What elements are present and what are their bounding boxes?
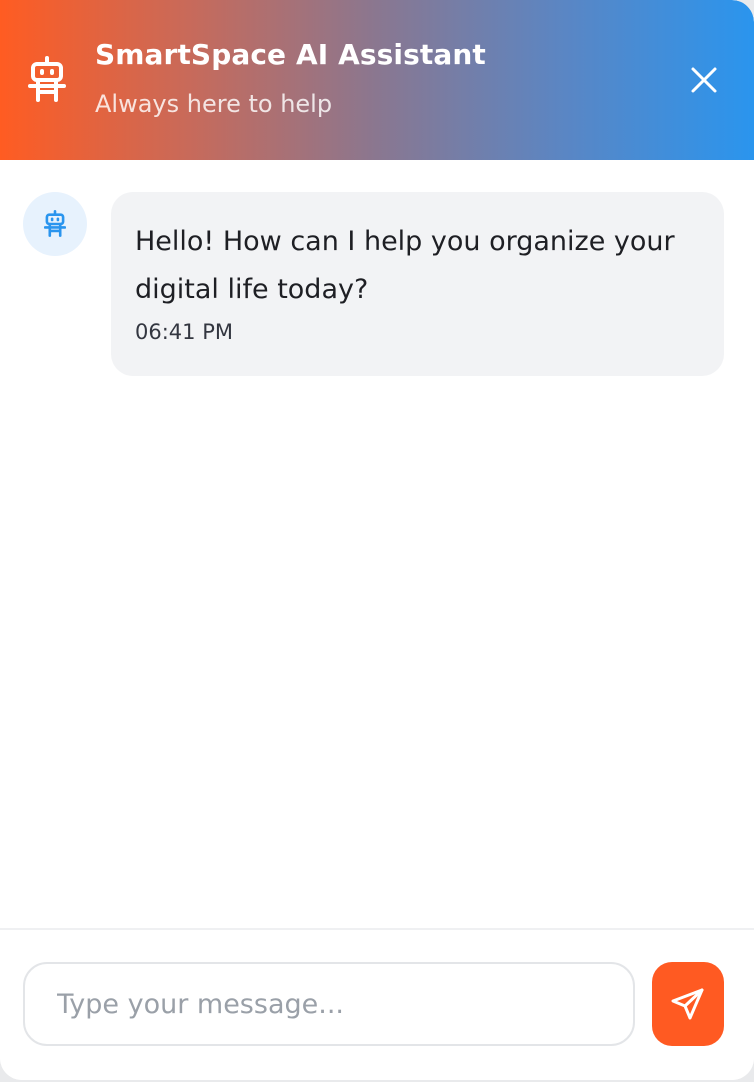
- message-timestamp: 06:41 PM: [135, 320, 233, 344]
- send-icon: [671, 988, 704, 1020]
- chat-widget: SmartSpace AI Assistant Always here to h…: [0, 0, 754, 1080]
- send-button[interactable]: [652, 962, 724, 1046]
- close-icon: [691, 67, 717, 93]
- chat-header: SmartSpace AI Assistant Always here to h…: [0, 0, 754, 160]
- message-composer: [0, 930, 754, 1080]
- robot-icon: [44, 209, 66, 237]
- message-input[interactable]: [23, 962, 635, 1046]
- assistant-subtitle: Always here to help: [95, 90, 333, 118]
- assistant-title: SmartSpace AI Assistant: [95, 38, 486, 71]
- assistant-message-bubble: Hello! How can I help you organize your …: [111, 192, 724, 376]
- assistant-avatar: [23, 192, 87, 256]
- message-list[interactable]: Hello! How can I help you organize your …: [0, 160, 754, 928]
- message-text: Hello! How can I help you organize your …: [135, 226, 675, 305]
- close-button[interactable]: [684, 60, 724, 100]
- robot-icon: [28, 56, 66, 104]
